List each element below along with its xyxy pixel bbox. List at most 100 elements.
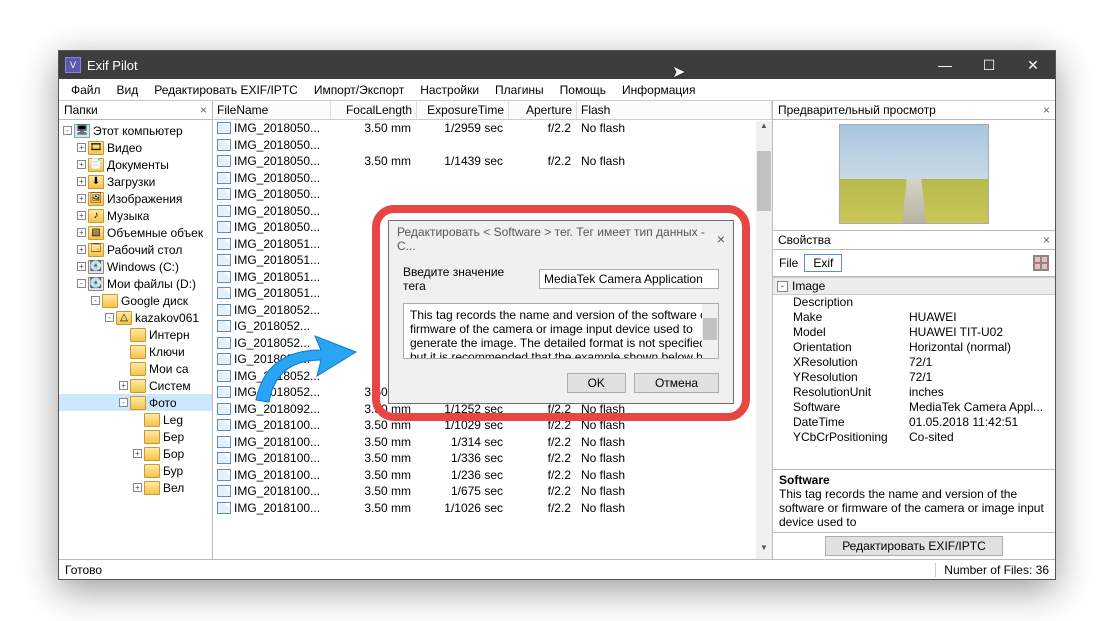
property-grid[interactable]: - Image DescriptionMakeHUAWEIModelHUAWEI… [773, 277, 1055, 469]
table-row[interactable]: IMG_2018050... [213, 170, 772, 187]
tree-node-11[interactable]: -△kazakov061 [59, 309, 212, 326]
tree-toggle-icon[interactable]: + [77, 228, 86, 237]
grid-view-icon[interactable] [1033, 255, 1049, 271]
maximize-button[interactable]: ☐ [967, 51, 1011, 79]
tree-toggle-icon[interactable]: + [77, 194, 86, 203]
tree-toggle-icon[interactable]: + [77, 160, 86, 169]
edit-exif-button[interactable]: Редактировать EXIF/IPTC [825, 536, 1003, 556]
table-header[interactable]: FileName FocalLength ExposureTime Apertu… [213, 101, 772, 120]
cancel-button[interactable]: Отмена [634, 373, 719, 393]
ok-button[interactable]: OK [567, 373, 626, 393]
prop-row-make[interactable]: MakeHUAWEI [773, 310, 1055, 325]
col-filename[interactable]: FileName [213, 101, 331, 119]
tree-node-18[interactable]: Бер [59, 428, 212, 445]
tree-toggle-icon[interactable]: + [77, 177, 86, 186]
scroll-thumb[interactable] [757, 151, 771, 211]
prop-row-model[interactable]: ModelHUAWEI TIT-U02 [773, 325, 1055, 340]
menu-0[interactable]: Файл [63, 81, 109, 99]
table-row[interactable]: IMG_2018100...3.50 mm1/1026 secf/2.2No f… [213, 500, 772, 517]
table-row[interactable]: IMG_2018100...3.50 mm1/1029 secf/2.2No f… [213, 417, 772, 434]
menu-6[interactable]: Помощь [552, 81, 614, 99]
desc-scrollbar[interactable] [702, 304, 718, 358]
desc-scroll-thumb[interactable] [703, 318, 717, 340]
table-scrollbar[interactable]: ▲ ▼ [756, 121, 772, 559]
scroll-up-icon[interactable]: ▲ [756, 121, 772, 137]
tree-toggle-icon[interactable]: + [119, 381, 128, 390]
tree-node-0[interactable]: -🖥Этот компьютер [59, 122, 212, 139]
tree-toggle-icon[interactable]: - [77, 279, 86, 288]
col-aperture[interactable]: Aperture [509, 101, 577, 119]
close-button[interactable]: ✕ [1011, 51, 1055, 79]
table-row[interactable]: IMG_2018050... [213, 137, 772, 154]
tree-toggle-icon[interactable]: - [105, 313, 114, 322]
tree-node-16[interactable]: -Фото [59, 394, 212, 411]
tree-node-19[interactable]: +Бор [59, 445, 212, 462]
table-row[interactable]: IMG_2018100...3.50 mm1/314 secf/2.2No fl… [213, 434, 772, 451]
tree-toggle-icon[interactable]: + [77, 143, 86, 152]
tree-node-14[interactable]: Мои са [59, 360, 212, 377]
menu-4[interactable]: Настройки [412, 81, 487, 99]
tree-node-12[interactable]: Интерн [59, 326, 212, 343]
tree-node-15[interactable]: +Систем [59, 377, 212, 394]
col-focal[interactable]: FocalLength [331, 101, 417, 119]
tree-node-2[interactable]: +📄Документы [59, 156, 212, 173]
menu-5[interactable]: Плагины [487, 81, 552, 99]
tree-node-20[interactable]: Бур [59, 462, 212, 479]
folder-tree[interactable]: -🖥Этот компьютер+🎞Видео+📄Документы+⬇Загр… [59, 120, 212, 559]
folder-panel-close-icon[interactable]: × [200, 103, 207, 117]
col-exposure[interactable]: ExposureTime [417, 101, 509, 119]
prop-row-xresolution[interactable]: XResolution72/1 [773, 355, 1055, 370]
prop-row-ycbcrpositioning[interactable]: YCbCrPositioningCo-sited [773, 430, 1055, 445]
prop-section-image[interactable]: - Image [773, 277, 1055, 295]
menu-2[interactable]: Редактировать EXIF/IPTC [146, 81, 306, 99]
tag-value-input[interactable] [539, 269, 719, 289]
tree-toggle-icon[interactable]: + [133, 449, 142, 458]
prop-row-description[interactable]: Description [773, 295, 1055, 310]
tree-node-7[interactable]: +🗔Рабочий стол [59, 241, 212, 258]
properties-panel-close-icon[interactable]: × [1043, 233, 1050, 247]
tree-toggle-icon[interactable]: + [77, 262, 86, 271]
prop-row-resolutionunit[interactable]: ResolutionUnitinches [773, 385, 1055, 400]
tree-toggle-icon[interactable]: + [77, 245, 86, 254]
tree-node-9[interactable]: -💽Мои файлы (D:) [59, 275, 212, 292]
menu-1[interactable]: Вид [109, 81, 147, 99]
prop-row-yresolution[interactable]: YResolution72/1 [773, 370, 1055, 385]
tree-node-13[interactable]: Ключи [59, 343, 212, 360]
tree-node-3[interactable]: +⬇Загрузки [59, 173, 212, 190]
table-row[interactable]: IMG_2018100...3.50 mm1/236 secf/2.2No fl… [213, 467, 772, 484]
exif-tab-button[interactable]: Exif [804, 254, 842, 272]
tree-toggle-icon[interactable]: - [119, 398, 128, 407]
tree-node-21[interactable]: +Вел [59, 479, 212, 496]
tree-node-8[interactable]: +💽Windows (C:) [59, 258, 212, 275]
tree-node-17[interactable]: Leg [59, 411, 212, 428]
table-row[interactable]: IMG_2018050...3.50 mm1/2959 secf/2.2No f… [213, 120, 772, 137]
dialog-close-icon[interactable]: × [717, 231, 725, 247]
tree-node-5[interactable]: +♪Музыка [59, 207, 212, 224]
titlebar[interactable]: V Exif Pilot — ☐ ✕ [59, 51, 1055, 79]
tree-node-1[interactable]: +🎞Видео [59, 139, 212, 156]
tree-node-10[interactable]: -Google диск [59, 292, 212, 309]
tree-toggle-icon[interactable]: + [133, 483, 142, 492]
dialog-titlebar[interactable]: Редактировать < Software > тег. Тег имее… [389, 221, 733, 257]
preview-panel-close-icon[interactable]: × [1043, 103, 1050, 117]
table-row[interactable]: IMG_2018100...3.50 mm1/336 secf/2.2No fl… [213, 450, 772, 467]
prop-row-datetime[interactable]: DateTime01.05.2018 11:42:51 [773, 415, 1055, 430]
col-flash[interactable]: Flash [577, 101, 772, 119]
minimize-button[interactable]: — [923, 51, 967, 79]
table-row[interactable]: IMG_2018050... [213, 186, 772, 203]
table-row[interactable]: IMG_2018100...3.50 mm1/675 secf/2.2No fl… [213, 483, 772, 500]
collapse-icon[interactable]: - [777, 281, 788, 292]
tree-node-4[interactable]: +🖼Изображения [59, 190, 212, 207]
tag-description-box[interactable]: This tag records the name and version of… [403, 303, 719, 359]
menu-3[interactable]: Импорт/Экспорт [306, 81, 412, 99]
tree-node-6[interactable]: +▧Объемные объек [59, 224, 212, 241]
prop-row-orientation[interactable]: OrientationHorizontal (normal) [773, 340, 1055, 355]
tree-toggle-icon[interactable]: + [77, 211, 86, 220]
tree-toggle-icon[interactable]: - [63, 126, 72, 135]
menu-7[interactable]: Информация [614, 81, 703, 99]
tree-toggle-icon[interactable]: - [91, 296, 100, 305]
table-row[interactable]: IMG_2018050... [213, 203, 772, 220]
table-row[interactable]: IMG_2018050...3.50 mm1/1439 secf/2.2No f… [213, 153, 772, 170]
scroll-down-icon[interactable]: ▼ [756, 543, 772, 559]
prop-row-software[interactable]: SoftwareMediaTek Camera Appl... [773, 400, 1055, 415]
